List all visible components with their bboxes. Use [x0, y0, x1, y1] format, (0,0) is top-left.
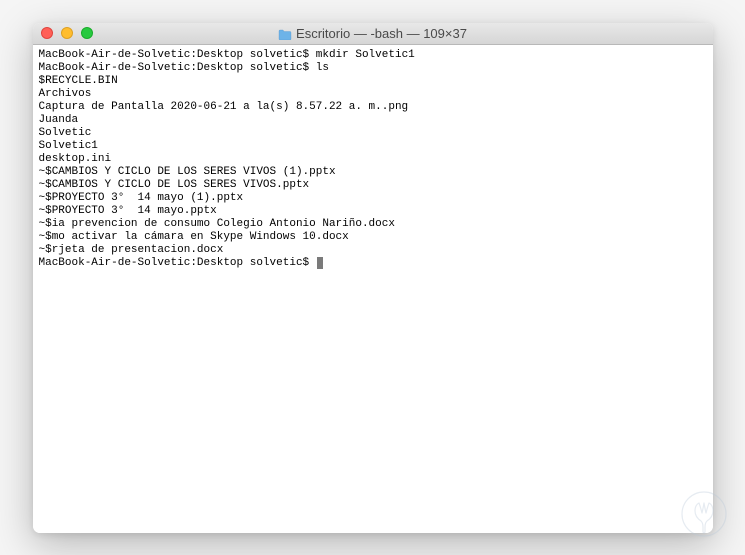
output-line: ~$PROYECTO 3° 14 mayo (1).pptx: [39, 192, 707, 205]
output-line: Solvetic1: [39, 140, 707, 153]
prompt: MacBook-Air-de-Solvetic:Desktop solvetic…: [39, 257, 316, 269]
cursor: [317, 257, 323, 269]
output-line: ~$CAMBIOS Y CICLO DE LOS SERES VIVOS (1)…: [39, 166, 707, 179]
output-line: Captura de Pantalla 2020-06-21 a la(s) 8…: [39, 101, 707, 114]
output-line: ~$CAMBIOS Y CICLO DE LOS SERES VIVOS.ppt…: [39, 179, 707, 192]
output-line: ~$rjeta de presentacion.docx: [39, 244, 707, 257]
titlebar[interactable]: Escritorio — -bash — 109×37: [33, 23, 713, 45]
output-line: Solvetic: [39, 127, 707, 140]
terminal-line: MacBook-Air-de-Solvetic:Desktop solvetic…: [39, 62, 707, 75]
traffic-lights: [33, 27, 93, 39]
prompt: MacBook-Air-de-Solvetic:Desktop solvetic…: [39, 62, 316, 74]
terminal-window: Escritorio — -bash — 109×37 MacBook-Air-…: [33, 23, 713, 533]
output-line: $RECYCLE.BIN: [39, 75, 707, 88]
output-line: ~$PROYECTO 3° 14 mayo.pptx: [39, 205, 707, 218]
command-text: mkdir Solvetic1: [316, 49, 415, 61]
zoom-button[interactable]: [81, 27, 93, 39]
output-line: ~$ia prevencion de consumo Colegio Anton…: [39, 218, 707, 231]
terminal-line: MacBook-Air-de-Solvetic:Desktop solvetic…: [39, 257, 707, 270]
watermark-icon: [681, 491, 727, 537]
window-title: Escritorio — -bash — 109×37: [296, 26, 467, 41]
command-text: ls: [316, 62, 329, 74]
prompt: MacBook-Air-de-Solvetic:Desktop solvetic…: [39, 49, 316, 61]
terminal-line: MacBook-Air-de-Solvetic:Desktop solvetic…: [39, 49, 707, 62]
minimize-button[interactable]: [61, 27, 73, 39]
output-line: ~$mo activar la cámara en Skype Windows …: [39, 231, 707, 244]
output-line: desktop.ini: [39, 153, 707, 166]
window-title-container: Escritorio — -bash — 109×37: [33, 26, 713, 41]
folder-icon: [278, 28, 292, 39]
output-line: Archivos: [39, 88, 707, 101]
terminal-body[interactable]: MacBook-Air-de-Solvetic:Desktop solvetic…: [33, 45, 713, 533]
close-button[interactable]: [41, 27, 53, 39]
output-line: Juanda: [39, 114, 707, 127]
